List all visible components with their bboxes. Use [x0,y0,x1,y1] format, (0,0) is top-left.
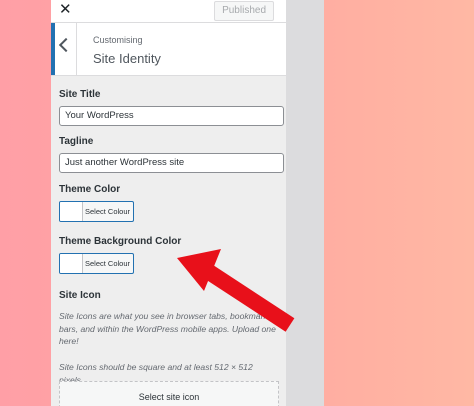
arrow-icon [177,249,295,332]
red-arrow-annotation [177,249,295,332]
